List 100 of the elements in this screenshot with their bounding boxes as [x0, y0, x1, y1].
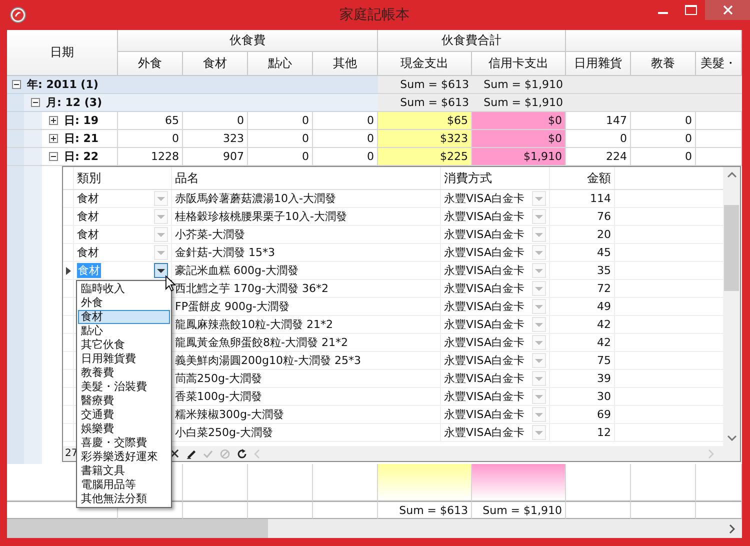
- cancel-icon[interactable]: [220, 448, 230, 458]
- scrollbar-thumb[interactable]: [724, 205, 739, 291]
- table-cell: 永豐VISA白金卡: [444, 263, 524, 278]
- table-cell[interactable]: 食材: [77, 245, 99, 260]
- table-cell: 小芥菜-大潤發: [175, 227, 245, 242]
- expander-icon[interactable]: [49, 134, 58, 143]
- close-icon: [722, 5, 732, 15]
- column-header[interactable]: 食材: [183, 52, 248, 76]
- caret-icon: [157, 196, 165, 200]
- scroll-left-icon[interactable]: [254, 448, 260, 458]
- empty-cell: [696, 130, 742, 148]
- table-cell: 茼蒿250g-大潤發: [175, 371, 262, 386]
- expander-icon[interactable]: [49, 152, 58, 161]
- table-cell: 45: [597, 246, 611, 259]
- row-header[interactable]: [63, 262, 74, 279]
- caret-icon: [535, 376, 543, 380]
- window-title: 家庭記帳本: [340, 6, 410, 24]
- collapse-icon[interactable]: [31, 98, 40, 107]
- dropdown-item[interactable]: 教養費: [78, 366, 170, 380]
- column-header[interactable]: 金額: [550, 167, 615, 189]
- table-cell[interactable]: 食材: [77, 191, 99, 206]
- column-header[interactable]: 日用雜貨: [566, 52, 631, 76]
- vertical-scrollbar[interactable]: [723, 167, 740, 446]
- scrollbar-thumb[interactable]: [7, 519, 268, 538]
- caret-icon: [535, 340, 543, 344]
- day-label: 日: 21: [64, 131, 99, 146]
- delete-icon[interactable]: [170, 449, 179, 458]
- dropdown-item[interactable]: 娛樂費: [78, 422, 170, 436]
- dropdown-item[interactable]: 電腦用品等: [78, 478, 170, 492]
- column-header[interactable]: 消費方式: [441, 167, 550, 189]
- column-header[interactable]: 類別: [74, 167, 172, 189]
- dropdown-item[interactable]: 外食: [78, 296, 170, 310]
- group-sum: Sum = $1,910: [472, 76, 566, 94]
- table-cell: 0: [566, 130, 631, 148]
- dropdown-item[interactable]: 喜慶・交際費: [78, 436, 170, 450]
- day-label: 日: 19: [64, 113, 99, 128]
- table-cell: 桂格穀珍核桃腰果栗子10入-大潤發: [175, 209, 347, 224]
- maximize-icon: [685, 5, 697, 15]
- dropdown-item[interactable]: 醫療費: [78, 394, 170, 408]
- dropdown-item[interactable]: 交通費: [78, 408, 170, 422]
- table-cell: 72: [597, 282, 611, 295]
- minimize-icon: [658, 12, 668, 14]
- group-row-header[interactable]: 日: 22: [7, 148, 118, 166]
- table-cell: 永豐VISA白金卡: [444, 407, 524, 422]
- table-cell: 20: [597, 228, 611, 241]
- dropdown-item[interactable]: 日用雜貨費: [78, 352, 170, 366]
- column-header[interactable]: 美髮・: [696, 52, 742, 76]
- check-icon[interactable]: [202, 448, 213, 458]
- refresh-icon[interactable]: [236, 448, 247, 458]
- column-header[interactable]: 日期: [7, 30, 118, 76]
- caret-icon: [157, 232, 165, 236]
- group-row-header[interactable]: 日: 21: [7, 130, 118, 148]
- column-header[interactable]: 品名: [172, 167, 441, 189]
- column-header[interactable]: 教養: [631, 52, 696, 76]
- dropdown-button[interactable]: [154, 263, 168, 278]
- dropdown-item[interactable]: 彩券樂透好運來: [78, 450, 170, 464]
- dropdown-item[interactable]: 美髮・治裝費: [78, 380, 170, 394]
- row-indicator-icon: [66, 266, 70, 274]
- caret-icon: [535, 322, 543, 326]
- table-cell: 0: [183, 112, 248, 130]
- collapse-icon[interactable]: [12, 80, 21, 89]
- pencil-icon[interactable]: [186, 448, 196, 458]
- table-cell: $0: [472, 112, 566, 130]
- dropdown-item[interactable]: 食材: [78, 310, 170, 324]
- table-cell: $323: [378, 130, 472, 148]
- caret-icon: [535, 250, 543, 254]
- table-cell: FP蛋餅皮 900g-大潤發: [175, 299, 290, 314]
- scroll-down-icon[interactable]: [726, 435, 736, 441]
- scroll-right-icon[interactable]: [729, 524, 735, 534]
- column-header[interactable]: 外食: [118, 52, 183, 76]
- table-cell: 赤阪馬鈴薯蘑菇濃湯10入-大潤發: [175, 191, 336, 206]
- dropdown-item[interactable]: 其它伙食: [78, 338, 170, 352]
- dropdown-item[interactable]: 書籍文具: [78, 464, 170, 478]
- table-cell: $65: [378, 112, 472, 130]
- table-cell: 永豐VISA白金卡: [444, 371, 524, 386]
- group-row-header[interactable]: 日: 19: [7, 112, 118, 130]
- table-cell: $225: [378, 148, 472, 166]
- group-row-header[interactable]: 年: 2011 (1): [7, 76, 378, 94]
- scroll-up-icon[interactable]: [726, 172, 736, 178]
- caret-icon: [157, 268, 165, 272]
- caret-icon: [535, 394, 543, 398]
- table-cell: 糯米辣椒300g-大潤發: [175, 407, 284, 422]
- table-cell: $1,910: [472, 148, 566, 166]
- dropdown-item[interactable]: 點心: [78, 324, 170, 338]
- table-cell: 金針菇-大潤發 15*3: [175, 245, 275, 260]
- table-cell: 香菜100g-大潤發: [175, 389, 262, 404]
- column-header[interactable]: 現金支出: [378, 52, 472, 76]
- table-cell[interactable]: 食材: [77, 209, 99, 224]
- table-cell: 永豐VISA白金卡: [444, 335, 524, 350]
- column-header[interactable]: 信用卡支出: [472, 52, 566, 76]
- column-header[interactable]: 其他: [313, 52, 378, 76]
- column-header[interactable]: 點心: [248, 52, 313, 76]
- group-label: 年: 2011 (1): [27, 77, 98, 92]
- group-row-header[interactable]: 月: 12 (3): [7, 94, 378, 112]
- footer-cell: [631, 501, 696, 519]
- expander-icon[interactable]: [49, 116, 58, 125]
- table-cell[interactable]: 食材: [77, 227, 99, 242]
- close-button[interactable]: [705, 0, 750, 20]
- horizontal-scrollbar[interactable]: [7, 519, 742, 538]
- dropdown-item[interactable]: 其他無法分類: [78, 492, 170, 506]
